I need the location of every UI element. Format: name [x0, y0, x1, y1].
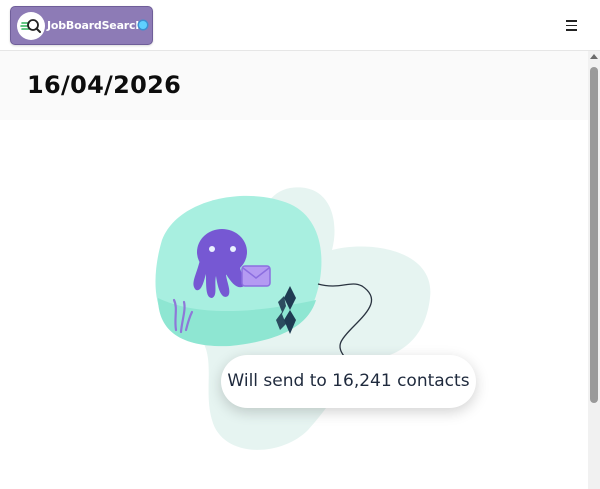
status-dot-icon	[139, 21, 147, 29]
octopus-with-envelope-icon	[155, 187, 431, 450]
scroll-up-arrow-icon[interactable]	[590, 54, 598, 59]
vertical-scrollbar[interactable]	[588, 51, 600, 489]
brand-logo-button[interactable]: JobBoardSearch	[10, 6, 153, 45]
brand-name: JobBoardSearch	[47, 19, 143, 32]
hamburger-icon[interactable]	[564, 17, 580, 33]
page-title: 16/04/2026	[27, 71, 182, 99]
date-header: 16/04/2026	[0, 51, 588, 120]
magnifier-logo-icon	[17, 12, 45, 40]
send-count-pill: Will send to 16,241 contacts	[221, 355, 476, 408]
top-navigation-bar: JobBoardSearch	[0, 0, 600, 51]
scroll-thumb[interactable]	[590, 67, 598, 403]
